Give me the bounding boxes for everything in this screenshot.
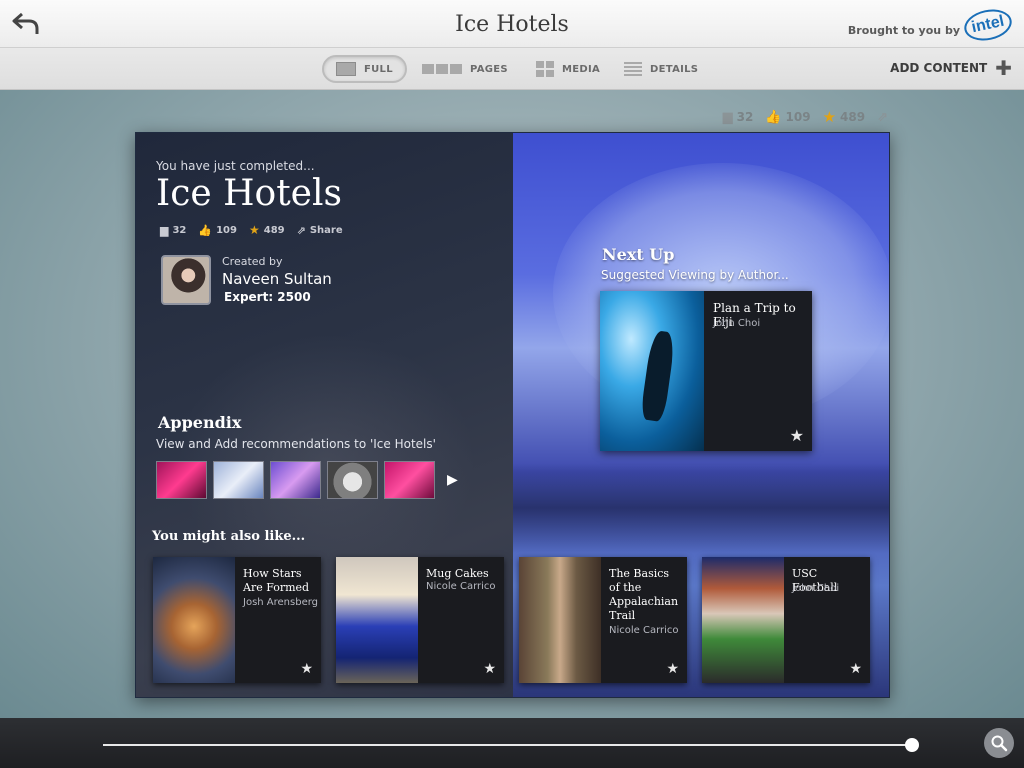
tab-pages-label: PAGES <box>470 63 508 75</box>
content-title: Ice Hotels <box>156 173 342 214</box>
tab-full[interactable]: FULL <box>322 55 407 83</box>
comment-icon: ▆ <box>722 109 733 125</box>
recommendation-card[interactable]: USC Football John Choi ★ <box>702 557 870 683</box>
share-button[interactable]: ⇗ Share <box>297 224 343 237</box>
recommendation-card[interactable]: Mug Cakes Nicole Carrico ★ <box>336 557 504 683</box>
tab-details[interactable]: DETAILS <box>624 55 698 83</box>
favorite-star-icon[interactable]: ★ <box>300 661 313 677</box>
next-up-thumbnail <box>600 291 704 451</box>
next-up-subtitle: Suggested Viewing by Author... <box>601 268 789 282</box>
full-view-icon <box>336 62 356 76</box>
recommendation-thumbnail <box>519 557 601 683</box>
stars-stat[interactable]: ★ 489 <box>823 108 866 126</box>
tab-full-label: FULL <box>364 63 393 75</box>
favorite-star-icon[interactable]: ★ <box>666 661 679 677</box>
appendix-thumbnail[interactable] <box>327 461 378 499</box>
mini-stars-stat[interactable]: ★ 489 <box>249 223 285 237</box>
tab-details-label: DETAILS <box>650 63 699 75</box>
appendix-thumbnail[interactable] <box>384 461 435 499</box>
recommendation-thumbnail <box>702 557 784 683</box>
might-like-heading: You might also like... <box>152 529 306 544</box>
recommendation-author: Nicole Carrico <box>609 625 679 636</box>
mini-likes-count: 109 <box>216 224 237 236</box>
appendix-thumbnail[interactable] <box>213 461 264 499</box>
diver-silhouette <box>639 329 677 423</box>
completed-text: You have just completed... <box>156 159 315 173</box>
recommendation-card[interactable]: The Basics of the Appalachian Trail Nico… <box>519 557 687 683</box>
next-up-card-author: John Choi <box>713 318 761 329</box>
recommendation-title: How Stars Are Formed <box>243 567 310 594</box>
recommendation-thumbnail <box>336 557 418 683</box>
tab-media[interactable]: MEDIA <box>536 55 600 83</box>
search-icon <box>991 735 1008 752</box>
pages-view-icon <box>422 64 462 74</box>
mini-comments-stat[interactable]: ▆ 32 <box>160 224 186 237</box>
bottom-toolbar <box>0 718 1024 768</box>
appendix-thumbnail[interactable] <box>156 461 207 499</box>
likes-stat[interactable]: 👍 109 <box>765 110 810 125</box>
mini-stars-count: 489 <box>263 224 285 236</box>
share-icon: ⇗ <box>296 223 306 237</box>
appendix-thumbnail[interactable] <box>270 461 321 499</box>
recommendation-title: Mug Cakes <box>426 567 489 580</box>
comments-count: 32 <box>736 110 754 124</box>
recommendation-author: Josh Arensberg <box>243 597 319 608</box>
likes-count: 109 <box>785 110 811 124</box>
tab-media-label: MEDIA <box>562 63 601 75</box>
page-scrubber-handle[interactable] <box>905 738 919 752</box>
page-scrubber-track[interactable] <box>103 744 913 746</box>
thumbs-up-icon: 👍 <box>198 223 213 237</box>
next-up-card[interactable]: Plan a Trip to Fiji John Choi ★ <box>600 291 812 451</box>
play-icon[interactable]: ▶ <box>447 472 458 488</box>
created-by-label: Created by <box>222 255 283 268</box>
thumbs-up-icon: 👍 <box>765 109 782 125</box>
creator-avatar[interactable] <box>161 255 211 305</box>
background-shadow <box>513 463 889 553</box>
details-view-icon <box>624 62 642 76</box>
favorite-star-icon[interactable]: ★ <box>483 661 496 677</box>
appendix-thumbnails: ▶ <box>156 461 458 499</box>
plus-icon: ✚ <box>995 56 1012 80</box>
add-content-button[interactable]: ADD CONTENT ✚ <box>890 56 1012 80</box>
share-icon[interactable]: ⇗ <box>877 110 888 125</box>
recommendation-thumbnail <box>153 557 235 683</box>
recommendation-card[interactable]: How Stars Are Formed Josh Arensberg ★ <box>153 557 321 683</box>
comments-stat[interactable]: ▆ 32 <box>723 110 754 125</box>
view-toolbar: FULL PAGES MEDIA DETAILS ADD CONTENT ✚ <box>0 48 1024 90</box>
content-stats: ▆ 32 👍 109 ★ 489 ⇗ <box>723 108 888 126</box>
star-icon: ★ <box>822 108 837 126</box>
book-spread: You have just completed... Ice Hotels ▆ … <box>135 132 890 698</box>
share-label: Share <box>309 224 343 236</box>
add-content-label: ADD CONTENT <box>890 61 988 75</box>
favorite-star-icon[interactable]: ★ <box>849 661 862 677</box>
next-up-heading: Next Up <box>602 245 675 264</box>
recommendation-author: Nicole Carrico <box>426 581 496 592</box>
creator-name[interactable]: Naveen Sultan <box>222 270 332 288</box>
media-view-icon <box>536 61 554 77</box>
mini-likes-stat[interactable]: 👍 109 <box>198 224 237 237</box>
comment-icon: ▆ <box>160 223 169 237</box>
favorite-star-icon[interactable]: ★ <box>790 426 804 445</box>
mini-comments-count: 32 <box>172 224 187 236</box>
stars-count: 489 <box>840 110 866 124</box>
search-button[interactable] <box>984 728 1014 758</box>
recommendation-author: John Choi <box>792 583 840 594</box>
expert-score: Expert: 2500 <box>224 290 311 304</box>
appendix-title: Appendix <box>158 413 242 432</box>
appendix-subtitle: View and Add recommendations to 'Ice Hot… <box>156 437 436 451</box>
content-mini-stats: ▆ 32 👍 109 ★ 489 ⇗ Share <box>160 223 343 237</box>
title-bar: Ice Hotels Brought to you by intel <box>0 0 1024 48</box>
recommendation-title: The Basics of the Appalachian Trail <box>609 567 679 622</box>
star-icon: ★ <box>248 223 260 237</box>
sponsor-text: Brought to you by <box>847 24 960 37</box>
tab-pages[interactable]: PAGES <box>422 55 508 83</box>
